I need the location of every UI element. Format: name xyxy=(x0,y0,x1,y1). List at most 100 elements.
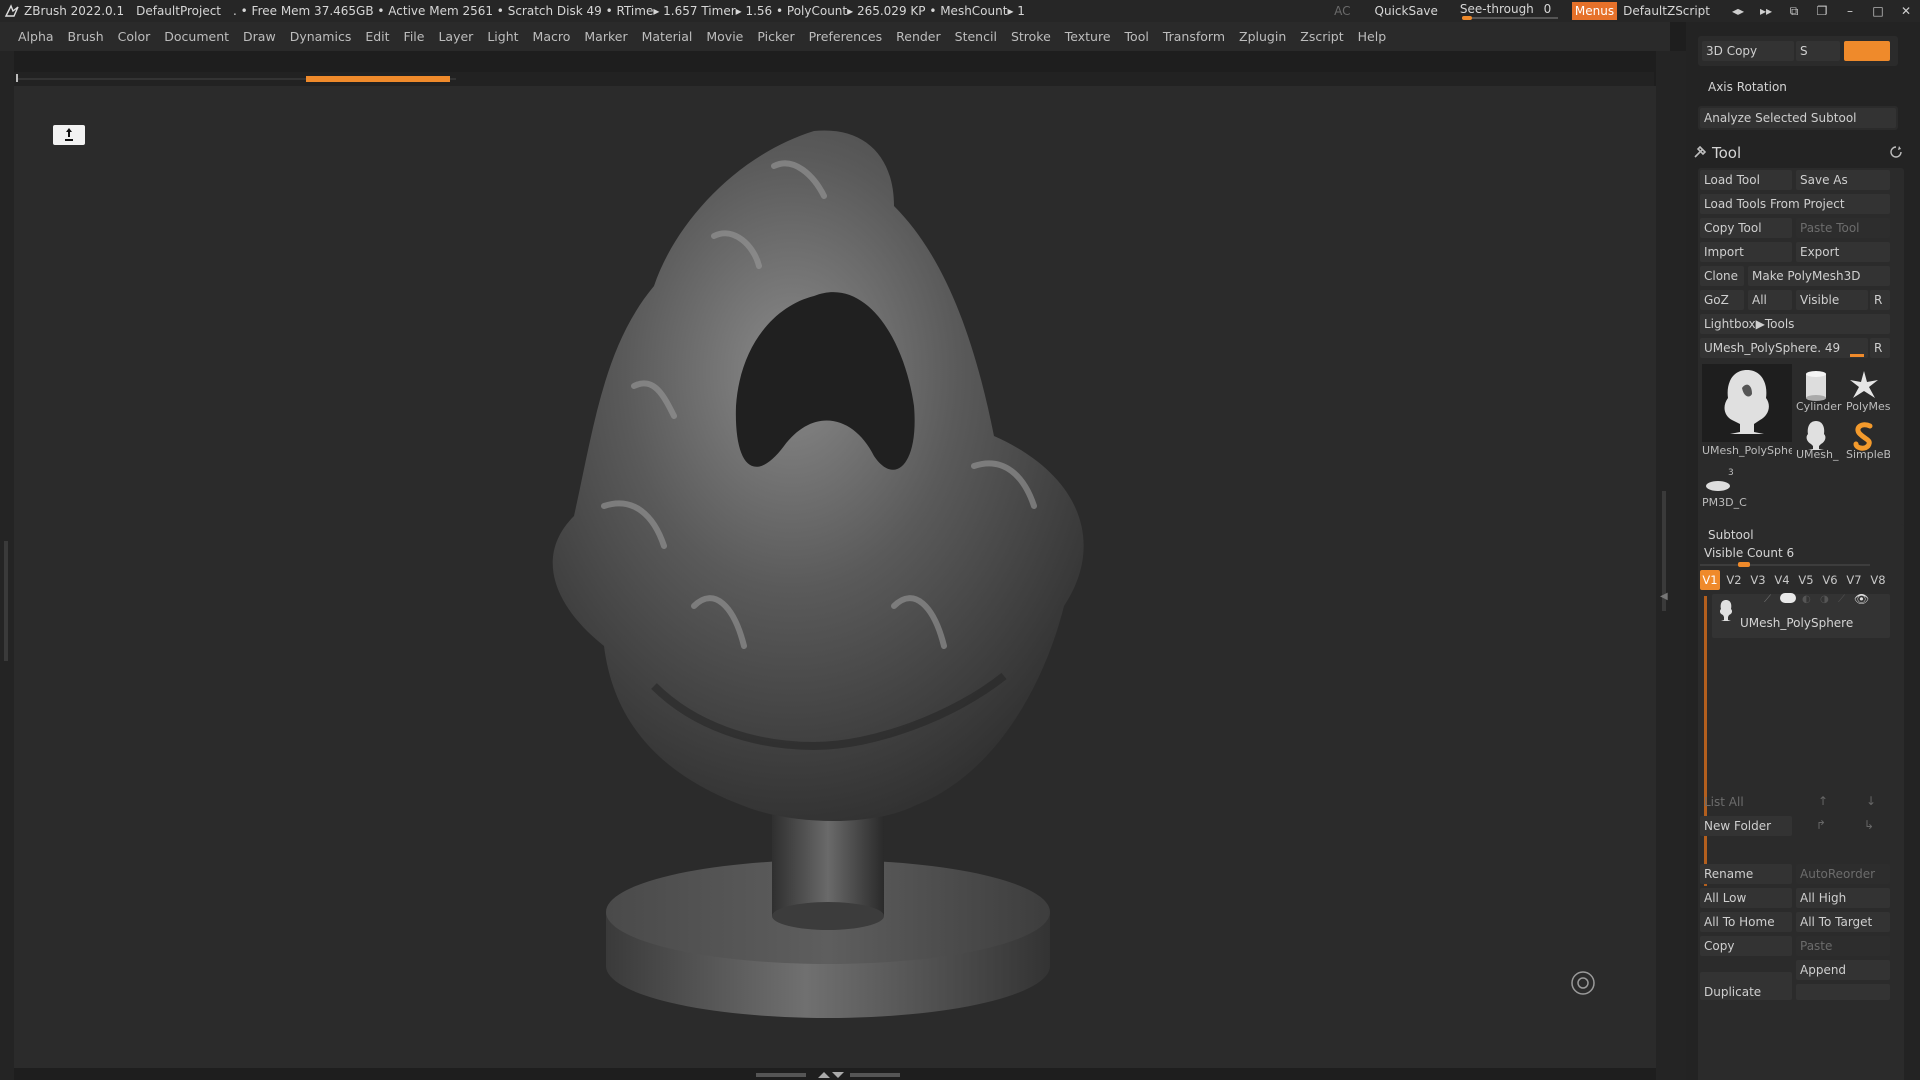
move-up-icon[interactable]: ↑ xyxy=(1818,794,1828,808)
collapse-arrow-icon[interactable]: ◀ xyxy=(1660,591,1668,602)
analyze-subtool-button[interactable]: Analyze Selected Subtool xyxy=(1700,108,1896,128)
material-icon[interactable]: ◑ xyxy=(1820,594,1829,605)
all-high-button[interactable]: All High xyxy=(1796,888,1890,908)
subtool-title[interactable]: Subtool xyxy=(1708,528,1754,542)
append-button[interactable]: Append xyxy=(1796,960,1890,980)
left-tray-grip[interactable] xyxy=(4,541,8,661)
current-tool-r-button[interactable]: R xyxy=(1870,338,1890,358)
minimize-icon[interactable]: – xyxy=(1836,4,1864,18)
menu-document[interactable]: Document xyxy=(164,29,229,44)
menu-zplugin[interactable]: Zplugin xyxy=(1239,29,1286,44)
s-slider[interactable]: S xyxy=(1796,41,1840,61)
menus-button[interactable]: Menus xyxy=(1571,2,1618,20)
menu-texture[interactable]: Texture xyxy=(1065,29,1111,44)
menu-zscript[interactable]: Zscript xyxy=(1300,29,1343,44)
restore-window-icon[interactable]: ❐ xyxy=(1808,4,1836,18)
quicksave-button[interactable]: QuickSave xyxy=(1375,4,1438,18)
load-tools-from-project-button[interactable]: Load Tools From Project xyxy=(1700,194,1890,214)
default-zscript-button[interactable]: DefaultZScript xyxy=(1623,4,1710,18)
eye-icon[interactable]: 👁 xyxy=(1854,592,1869,606)
bottom-tray-grip[interactable] xyxy=(756,1070,900,1080)
pin-icon[interactable]: ⟋ xyxy=(1838,594,1845,605)
goz-button[interactable]: GoZ xyxy=(1700,290,1744,310)
menu-movie[interactable]: Movie xyxy=(706,29,743,44)
goz-r-button[interactable]: R xyxy=(1870,290,1890,310)
lightbox-tools-button[interactable]: Lightbox▶Tools xyxy=(1700,314,1890,334)
subtool-row[interactable]: ⟋ ◐ ◑ ⟋ 👁 UMesh_PolySphere xyxy=(1712,592,1890,638)
menu-stencil[interactable]: Stencil xyxy=(955,29,997,44)
axis-rotation-label[interactable]: Axis Rotation xyxy=(1708,80,1787,94)
menu-macro[interactable]: Macro xyxy=(533,29,571,44)
menu-light[interactable]: Light xyxy=(487,29,518,44)
menu-picker[interactable]: Picker xyxy=(757,29,794,44)
polymesh-thumb[interactable] xyxy=(1846,368,1882,404)
menu-layer[interactable]: Layer xyxy=(438,29,473,44)
version-tab-v8[interactable]: V8 xyxy=(1868,570,1888,590)
duplicate-button[interactable]: Duplicate xyxy=(1700,972,1792,1000)
menu-stroke[interactable]: Stroke xyxy=(1011,29,1051,44)
all-to-home-button[interactable]: All To Home xyxy=(1700,912,1792,932)
export-button[interactable]: Export xyxy=(1796,242,1890,262)
cylinder-thumb[interactable] xyxy=(1798,368,1834,404)
menu-dynamics[interactable]: Dynamics xyxy=(290,29,352,44)
menu-tool[interactable]: Tool xyxy=(1125,29,1149,44)
menu-help[interactable]: Help xyxy=(1358,29,1387,44)
copy-tool-button[interactable]: Copy Tool xyxy=(1700,218,1792,238)
load-tool-button[interactable]: Load Tool xyxy=(1700,170,1792,190)
move-out-icon[interactable]: ↳ xyxy=(1864,818,1874,832)
clone-button[interactable]: Clone xyxy=(1700,266,1744,286)
copy-button[interactable]: Copy xyxy=(1700,936,1792,956)
current-tool-slider[interactable]: UMesh_PolySphere. 49 xyxy=(1700,338,1868,358)
3d-copy-button[interactable]: 3D Copy xyxy=(1702,41,1794,61)
autoreorder-button[interactable]: AutoReorder xyxy=(1796,864,1890,884)
quick-sketch-icon[interactable] xyxy=(53,125,85,145)
all-to-target-button[interactable]: All To Target xyxy=(1796,912,1890,932)
version-tab-v5[interactable]: V5 xyxy=(1796,570,1816,590)
canvas-viewport[interactable] xyxy=(14,86,1656,1068)
move-in-icon[interactable]: ↱ xyxy=(1816,818,1826,832)
move-down-icon[interactable]: ↓ xyxy=(1866,794,1876,808)
import-button[interactable]: Import xyxy=(1700,242,1792,262)
version-tab-v6[interactable]: V6 xyxy=(1820,570,1840,590)
menu-file[interactable]: File xyxy=(404,29,425,44)
menu-material[interactable]: Material xyxy=(642,29,693,44)
visible-count-slider[interactable]: Visible Count 6 xyxy=(1704,546,1794,560)
arrows-layout-icon[interactable]: ◂▸ xyxy=(1724,4,1752,18)
goz-all-button[interactable]: All xyxy=(1748,290,1792,310)
save-as-button[interactable]: Save As xyxy=(1796,170,1890,190)
make-polymesh3d-button[interactable]: Make PolyMesh3D xyxy=(1748,266,1890,286)
menu-alpha[interactable]: Alpha xyxy=(18,29,54,44)
polypaint-icon[interactable]: ◐ xyxy=(1802,594,1811,605)
list-all-button[interactable]: List All xyxy=(1700,792,1792,812)
menu-edit[interactable]: Edit xyxy=(365,29,389,44)
version-tab-v1[interactable]: V1 xyxy=(1700,570,1720,590)
rename-button[interactable]: Rename xyxy=(1700,864,1792,884)
insert-button[interactable] xyxy=(1796,984,1890,1000)
menu-color[interactable]: Color xyxy=(118,29,151,44)
paste-button[interactable]: Paste xyxy=(1796,936,1890,956)
see-through-slider[interactable]: See-through 0 xyxy=(1460,0,1560,22)
menu-render[interactable]: Render xyxy=(896,29,941,44)
tool-thumb-main[interactable] xyxy=(1702,364,1792,442)
arrows-layout-right-icon[interactable]: ▸▸ xyxy=(1752,4,1780,18)
ac-toggle[interactable]: AC xyxy=(1334,4,1350,18)
s-slider-value[interactable] xyxy=(1844,41,1890,61)
goz-visible-button[interactable]: Visible xyxy=(1796,290,1868,310)
tool-title[interactable]: Tool xyxy=(1712,144,1741,162)
new-folder-button[interactable]: New Folder xyxy=(1700,816,1792,836)
menu-marker[interactable]: Marker xyxy=(584,29,627,44)
maximize-icon[interactable]: □ xyxy=(1864,4,1892,18)
view-rotate-icon[interactable] xyxy=(1570,970,1596,996)
version-tab-v7[interactable]: V7 xyxy=(1844,570,1864,590)
menu-brush[interactable]: Brush xyxy=(68,29,104,44)
paste-tool-button[interactable]: Paste Tool xyxy=(1796,218,1890,238)
visible-count-handle[interactable] xyxy=(1738,562,1750,567)
all-low-button[interactable]: All Low xyxy=(1700,888,1792,908)
close-icon[interactable]: ✕ xyxy=(1892,4,1920,18)
version-tab-v2[interactable]: V2 xyxy=(1724,570,1744,590)
visibility-toggle-icon[interactable] xyxy=(1780,593,1796,603)
menu-preferences[interactable]: Preferences xyxy=(809,29,883,44)
version-tab-v4[interactable]: V4 xyxy=(1772,570,1792,590)
reset-icon[interactable] xyxy=(1890,146,1902,158)
brush-stroke-icon[interactable]: ⟋ xyxy=(1764,594,1771,605)
